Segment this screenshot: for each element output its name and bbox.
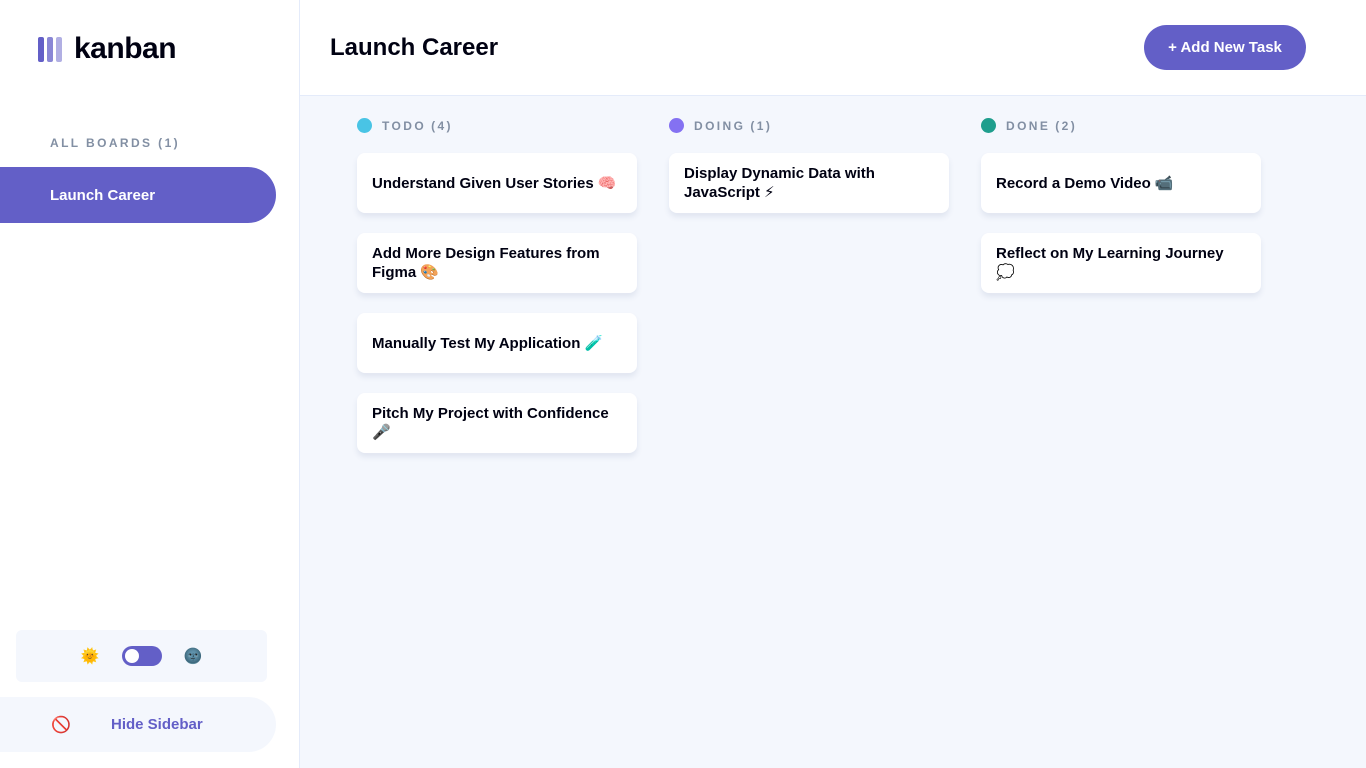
- column-count: (2): [1055, 118, 1078, 133]
- column-done: DONE (2) Record a Demo Video 📹 Reflect o…: [981, 117, 1261, 313]
- task-card[interactable]: Reflect on My Learning Journey 💭: [981, 233, 1261, 293]
- page-title: Launch Career: [330, 34, 499, 61]
- todo-status-dot: [357, 118, 372, 133]
- hide-sidebar-button[interactable]: 🚫 Hide Sidebar: [0, 697, 276, 752]
- task-title: Add More Design Features from Figma 🎨: [372, 245, 600, 281]
- task-card[interactable]: Add More Design Features from Figma 🎨: [357, 233, 637, 293]
- sidebar-item-launch-career[interactable]: Launch Career: [0, 167, 276, 223]
- column-header: DOING (1): [669, 117, 949, 134]
- moon-icon: 🌚: [183, 647, 203, 665]
- boards-heading: ALL BOARDS (1): [50, 136, 181, 150]
- task-title: Understand Given User Stories 🧠: [372, 174, 617, 192]
- task-title: Reflect on My Learning Journey 💭: [996, 245, 1224, 281]
- column-doing: DOING (1) Display Dynamic Data with Java…: [669, 117, 949, 233]
- board-header: Launch Career + Add New Task: [300, 0, 1366, 96]
- task-card[interactable]: Manually Test My Application 🧪: [357, 313, 637, 373]
- doing-status-dot: [669, 118, 684, 133]
- column-header: TODO (4): [357, 117, 637, 134]
- column-name: DOING: [694, 118, 746, 133]
- column-name: TODO: [382, 118, 427, 133]
- column-header: DONE (2): [981, 117, 1261, 134]
- sidebar: kanban ALL BOARDS (1) Launch Career 🌞 🌚 …: [0, 0, 300, 768]
- theme-switcher: 🌞 🌚: [16, 630, 267, 682]
- task-title: Pitch My Project with Confidence 🎤: [372, 405, 609, 441]
- app-logo: kanban: [38, 30, 177, 68]
- hide-sidebar-label: Hide Sidebar: [111, 716, 203, 733]
- column-name: DONE: [1006, 118, 1051, 133]
- hide-sidebar-icon: 🚫: [51, 716, 71, 734]
- task-card[interactable]: Record a Demo Video 📹: [981, 153, 1261, 213]
- toggle-knob: [124, 649, 139, 663]
- task-card[interactable]: Pitch My Project with Confidence 🎤: [357, 393, 637, 453]
- task-title: Record a Demo Video 📹: [996, 174, 1174, 192]
- logo-bars-icon: [38, 36, 62, 62]
- add-new-task-button[interactable]: + Add New Task: [1144, 25, 1306, 70]
- column-count: (1): [750, 118, 773, 133]
- sun-icon: 🌞: [80, 647, 100, 665]
- column-count: (4): [431, 118, 453, 133]
- theme-toggle[interactable]: [121, 646, 162, 666]
- sidebar-item-label: Launch Career: [50, 186, 156, 204]
- task-title: Display Dynamic Data with JavaScript ⚡: [684, 165, 875, 201]
- task-card[interactable]: Understand Given User Stories 🧠: [357, 153, 637, 213]
- task-card[interactable]: Display Dynamic Data with JavaScript ⚡: [669, 153, 949, 213]
- done-status-dot: [981, 118, 996, 133]
- app-name: kanban: [74, 32, 177, 65]
- task-title: Manually Test My Application 🧪: [372, 334, 604, 352]
- column-todo: TODO (4) Understand Given User Stories 🧠…: [357, 117, 637, 473]
